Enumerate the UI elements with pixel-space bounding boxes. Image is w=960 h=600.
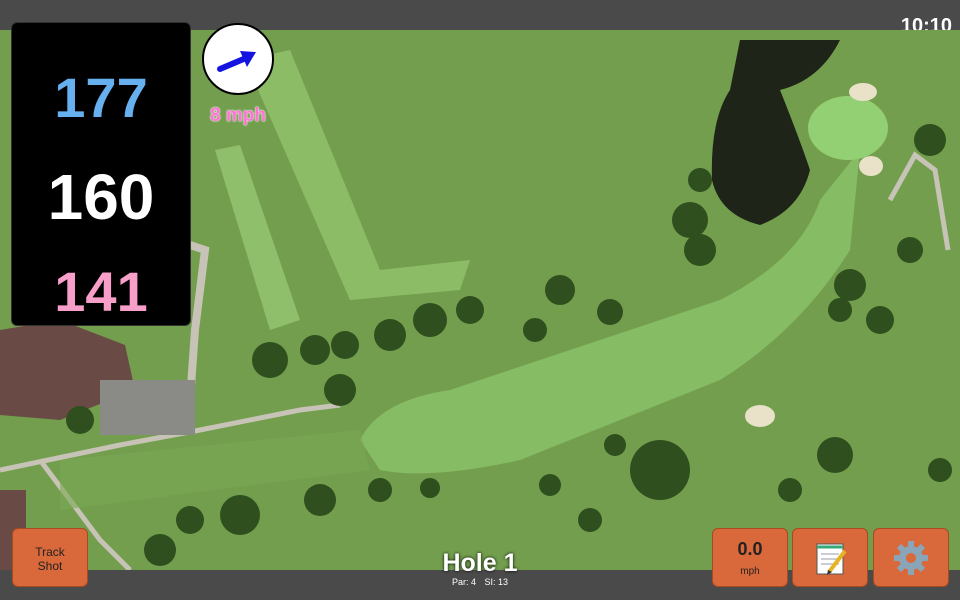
back-of-green-distance: 177 [54,66,148,129]
wind-speed-label: 8 mph [210,105,266,126]
hole-par: Par: 4 [451,577,476,587]
wind-direction-arrow-icon [217,51,256,72]
distance-panel: 177 160 141 [11,22,191,326]
notes-button[interactable] [792,528,868,587]
notepad-icon [816,543,847,575]
track-shot-label-line1: Track [35,545,65,559]
speed-button[interactable]: 0.0 mph [712,528,788,587]
track-shot-button[interactable]: Track Shot [12,528,88,587]
middle-of-green-distance: 160 [47,161,155,233]
hole-title: Hole 1 [442,549,518,577]
track-shot-label-line2: Shot [37,559,63,573]
speed-value: 0.0 [737,539,763,559]
settings-button[interactable] [873,528,949,587]
gear-icon [894,541,928,575]
wind-indicator [202,23,274,95]
hole-info: Par: 4 SI: 13 [400,577,560,587]
front-of-green-distance: 141 [54,260,148,323]
hole-stroke-index: SI: 13 [484,577,509,587]
speed-unit: mph [740,566,760,577]
